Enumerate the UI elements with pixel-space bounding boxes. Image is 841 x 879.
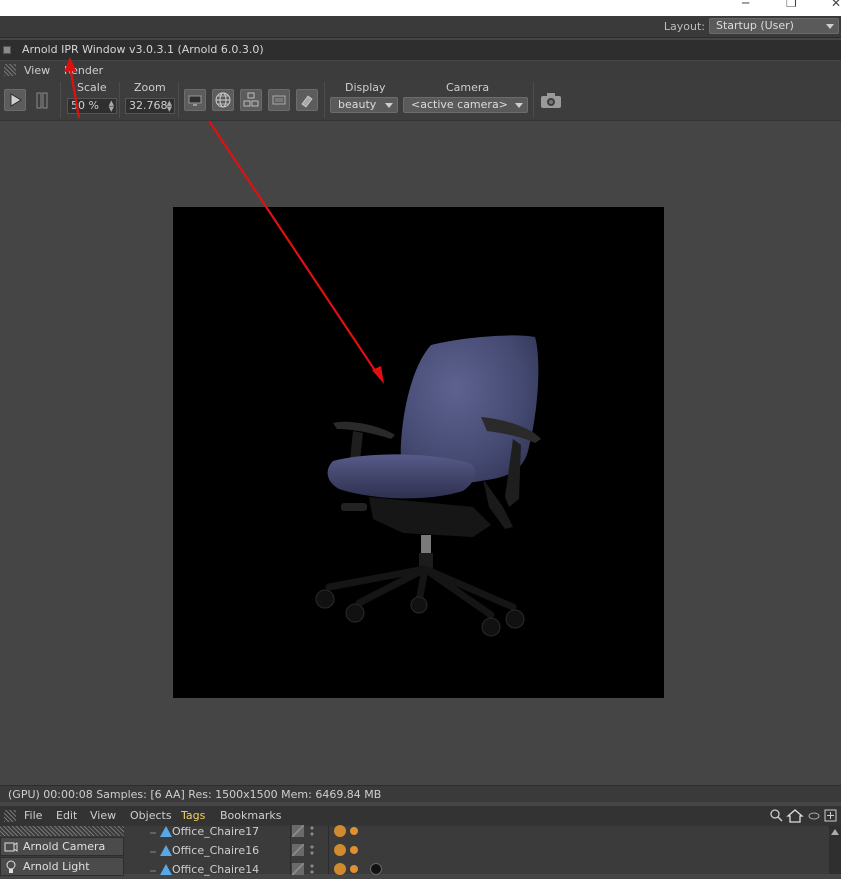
light-bulb-icon [6, 860, 16, 873]
om-menu-view[interactable]: View [90, 809, 116, 822]
object-name: Office_Chaire16 [172, 844, 260, 857]
status-bar: (GPU) 00:00:08 Samples: [6 AA] Res: 1500… [0, 785, 841, 802]
table-row[interactable]: Office_Chaire14 [132, 861, 828, 879]
material-tag-icon[interactable] [334, 825, 346, 837]
material-tag-icon[interactable] [334, 844, 346, 856]
object-list: Arnold Camera Arnold Light Office_Chaire… [0, 823, 841, 876]
null-object-icon [150, 864, 172, 875]
material-tag-icon[interactable] [350, 846, 358, 854]
object-name: Office_Chaire14 [172, 863, 260, 876]
material-tag-icon[interactable] [334, 863, 346, 875]
om-menu-bookmarks[interactable]: Bookmarks [220, 809, 281, 822]
left-item-label: Arnold Light [23, 860, 90, 873]
left-item-label: Arnold Camera [23, 840, 106, 853]
om-menu-edit[interactable]: Edit [56, 809, 77, 822]
grip-icon[interactable] [4, 810, 16, 822]
om-toolbar-icons [770, 809, 837, 823]
visibility-toggle-icon[interactable] [292, 863, 304, 875]
layer-dots-icon[interactable] [310, 863, 314, 875]
om-menu-tags[interactable]: Tags [181, 809, 205, 822]
column-divider [328, 826, 329, 874]
material-tag-icon[interactable] [350, 865, 358, 873]
grip-icon [0, 826, 124, 836]
scroll-up-icon[interactable] [829, 826, 841, 838]
om-menu-objects[interactable]: Objects [130, 809, 172, 822]
material-tag-icon[interactable] [350, 827, 358, 835]
table-row[interactable]: Office_Chaire16 [132, 842, 828, 860]
home-icon[interactable] [786, 809, 804, 823]
object-name: Office_Chaire17 [172, 825, 260, 838]
camera-object-icon [4, 842, 18, 852]
null-object-icon [150, 845, 172, 856]
arrow-to-render [208, 120, 379, 376]
left-item-arnold-camera[interactable]: Arnold Camera [0, 837, 124, 856]
om-menu-file[interactable]: File [24, 809, 42, 822]
search-icon[interactable] [770, 809, 783, 822]
null-object-icon [150, 826, 172, 837]
table-row[interactable]: Office_Chaire17 [132, 823, 828, 841]
object-list-scrollbar[interactable] [829, 826, 841, 874]
visibility-toggle-icon[interactable] [292, 844, 304, 856]
arrow-head-icon [64, 57, 76, 72]
left-item-arnold-light[interactable]: Arnold Light [0, 857, 124, 876]
link-icon[interactable] [808, 812, 820, 820]
layer-dots-icon[interactable] [310, 844, 314, 856]
visibility-toggle-icon[interactable] [292, 825, 304, 837]
render-status: (GPU) 00:00:08 Samples: [6 AA] Res: 1500… [8, 788, 382, 801]
column-divider [290, 826, 291, 874]
annotation-arrows [64, 57, 384, 384]
material-tag-icon[interactable] [370, 863, 382, 875]
arrow-to-ipr-title [68, 65, 81, 119]
layer-dots-icon[interactable] [310, 825, 314, 837]
expand-icon[interactable] [824, 809, 837, 822]
